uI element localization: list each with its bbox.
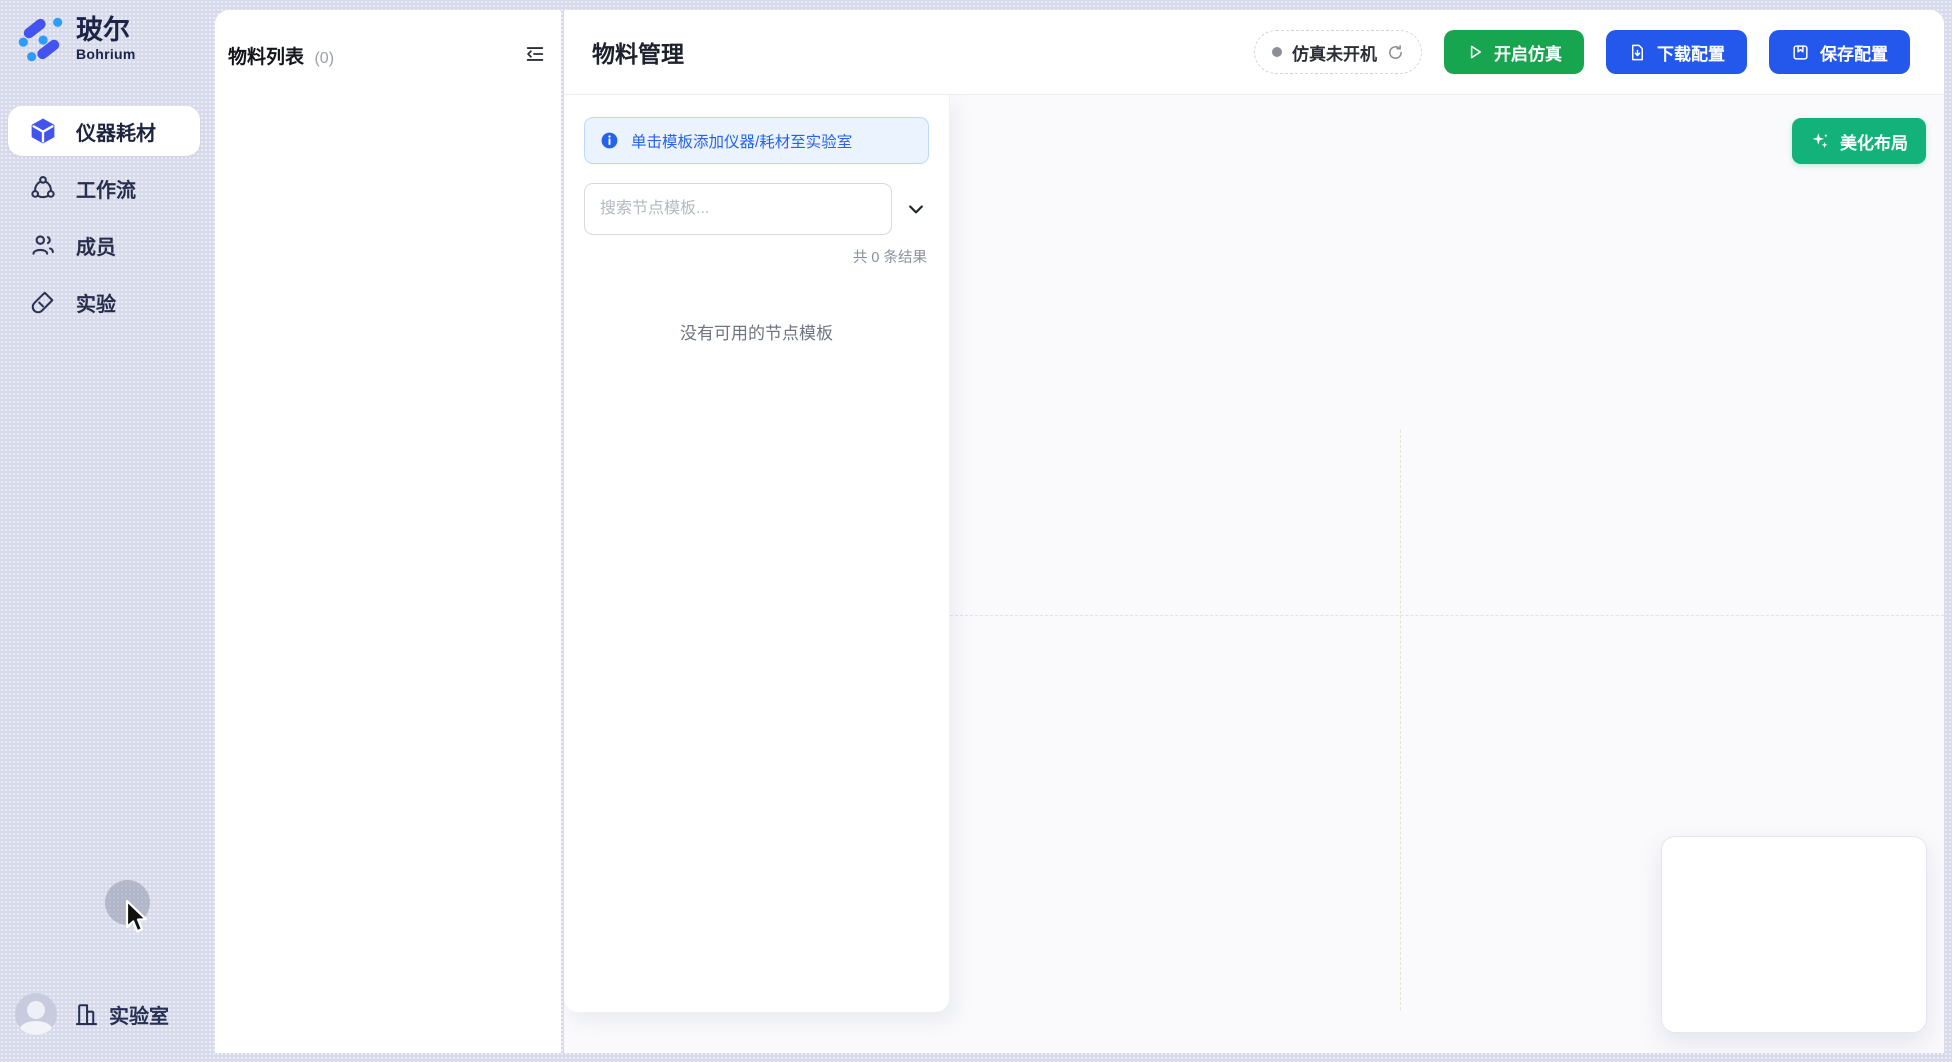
members-icon (28, 230, 58, 260)
canvas-guide-horizontal (950, 615, 1944, 616)
materials-list-title: 物料列表 (228, 47, 304, 68)
sidebar-item-label: 实验 (76, 288, 116, 317)
chevron-down-icon[interactable] (904, 197, 928, 221)
page-title: 物料管理 (592, 35, 684, 69)
sparkles-icon (1810, 131, 1830, 151)
refresh-icon[interactable] (1387, 44, 1404, 61)
beautify-layout-button[interactable]: 美化布局 (1792, 118, 1926, 164)
save-icon (1791, 43, 1810, 62)
logo-title: 玻尔 (76, 16, 136, 44)
materials-list-header: 物料列表 (0) (215, 10, 561, 69)
flow-canvas[interactable]: 单击模板添加仪器/耗材至实验室 共 0 条结果 没有可用的节点模板 美化布局 (564, 95, 1944, 1053)
simulation-status-pill[interactable]: 仿真未开机 (1254, 30, 1422, 74)
save-config-label: 保存配置 (1820, 40, 1888, 65)
lab-label: 实验室 (109, 1000, 169, 1029)
sidebar-item-members[interactable]: 成员 (8, 220, 200, 270)
beautify-layout-label: 美化布局 (1840, 129, 1908, 154)
sidebar-item-instruments[interactable]: 仪器耗材 (8, 106, 200, 156)
cube-icon (28, 116, 58, 146)
app-logo: 玻尔 Bohrium (16, 14, 136, 64)
results-count: 共 0 条结果 (564, 246, 927, 267)
materials-list-count: (0) (314, 50, 334, 67)
main-area: 物料管理 仿真未开机 开启仿真 下载 (564, 10, 1944, 1053)
template-panel: 单击模板添加仪器/耗材至实验室 共 0 条结果 没有可用的节点模板 (564, 95, 950, 1012)
logo-subtitle: Bohrium (76, 47, 136, 62)
template-hint-text: 单击模板添加仪器/耗材至实验室 (631, 130, 852, 152)
sidebar-item-experiments[interactable]: 实验 (8, 277, 200, 327)
sidebar-item-label: 成员 (76, 231, 116, 260)
workflow-icon (28, 173, 58, 203)
avatar[interactable] (15, 993, 57, 1035)
save-config-button[interactable]: 保存配置 (1769, 30, 1910, 74)
download-config-label: 下载配置 (1657, 40, 1725, 65)
test-tube-icon (28, 287, 58, 317)
bohrium-logo-icon (16, 14, 66, 64)
download-file-icon (1628, 43, 1647, 62)
info-icon (600, 131, 619, 150)
collapse-panel-icon[interactable] (524, 43, 546, 65)
sidebar-item-label: 工作流 (76, 174, 136, 203)
canvas-guide-vertical (1400, 430, 1401, 1010)
status-dot (1272, 47, 1282, 57)
minimap[interactable] (1661, 836, 1927, 1033)
start-simulation-label: 开启仿真 (1494, 40, 1562, 65)
template-hint-banner: 单击模板添加仪器/耗材至实验室 (584, 117, 929, 164)
play-icon (1466, 43, 1484, 61)
search-template-input[interactable] (584, 183, 892, 235)
download-config-button[interactable]: 下载配置 (1606, 30, 1747, 74)
empty-templates-text: 没有可用的节点模板 (564, 319, 949, 344)
header-actions: 仿真未开机 开启仿真 下载配置 (1254, 30, 1910, 74)
materials-list-panel: 物料列表 (0) (215, 10, 561, 1053)
sidebar-item-label: 仪器耗材 (76, 117, 156, 146)
start-simulation-button[interactable]: 开启仿真 (1444, 30, 1584, 74)
building-icon (73, 1001, 100, 1028)
sidebar: 玻尔 Bohrium 仪器耗材 工作流 (0, 0, 214, 1062)
sidebar-item-workflow[interactable]: 工作流 (8, 163, 200, 213)
sidebar-footer: 实验室 (15, 993, 169, 1035)
status-label: 仿真未开机 (1292, 40, 1377, 65)
sidebar-nav: 仪器耗材 工作流 成员 (8, 106, 200, 334)
main-header: 物料管理 仿真未开机 开启仿真 下载 (564, 10, 1944, 95)
lab-switcher[interactable]: 实验室 (73, 1000, 169, 1029)
